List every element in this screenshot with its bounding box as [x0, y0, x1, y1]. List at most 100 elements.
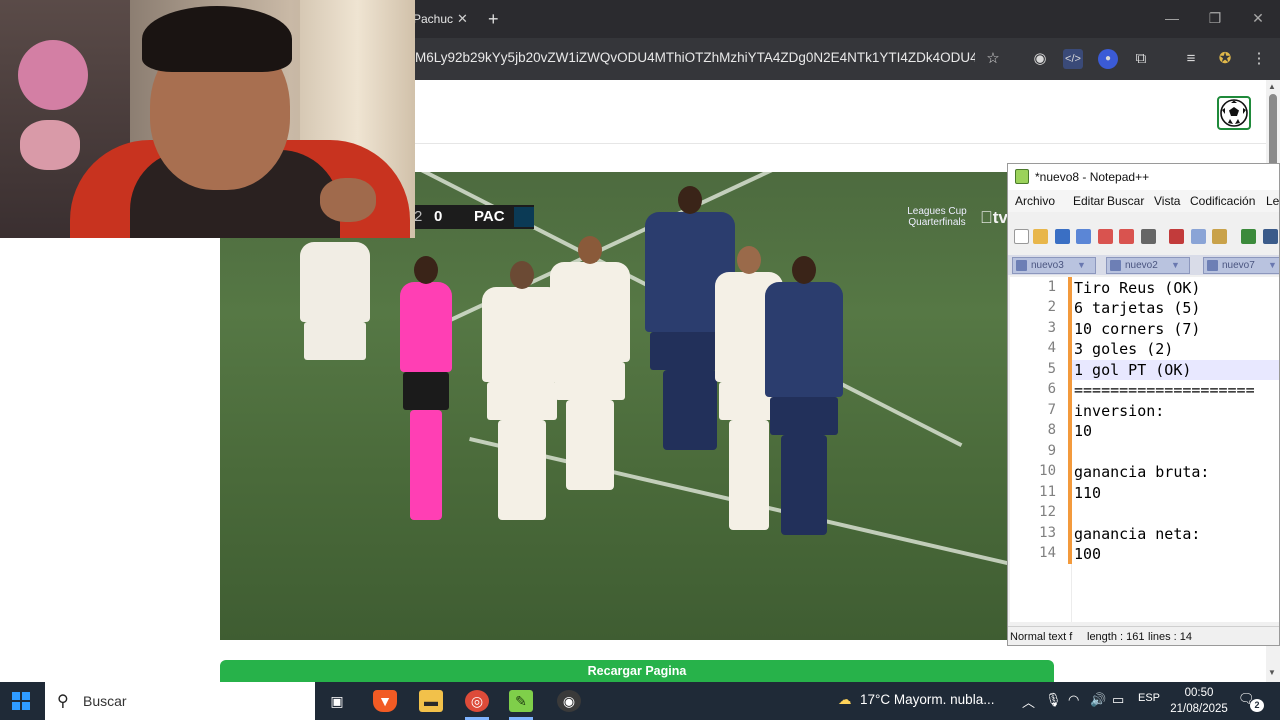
left-blank-panel — [0, 238, 220, 682]
paste-icon[interactable] — [1212, 229, 1227, 244]
file-icon — [1207, 260, 1218, 271]
close-window-button[interactable]: ✕ — [1246, 8, 1270, 28]
menu-archivo[interactable]: Archivo — [1015, 194, 1055, 208]
menu-editar[interactable]: Editar — [1073, 194, 1104, 208]
code-line[interactable]: 1 gol PT (OK) — [1074, 361, 1191, 379]
microphone-icon[interactable]: 🎙 — [1045, 692, 1062, 708]
line-number: 7 — [1047, 402, 1056, 418]
undo-icon[interactable] — [1241, 229, 1256, 244]
tab-nuevo7[interactable]: nuevo7 ▼ — [1203, 257, 1279, 274]
redo-icon[interactable] — [1263, 229, 1278, 244]
cut-icon[interactable] — [1169, 229, 1184, 244]
language-indicator[interactable]: ESP — [1138, 692, 1160, 704]
line-number: 1 — [1047, 279, 1056, 295]
save-icon[interactable] — [1055, 229, 1070, 244]
line-number: 14 — [1039, 545, 1056, 561]
status-mode: Normal text f — [1010, 631, 1073, 643]
file-explorer-icon[interactable]: ▬ — [419, 690, 443, 712]
code-line[interactable]: 10 — [1074, 422, 1092, 440]
extension-circle-icon[interactable]: ● — [1098, 49, 1118, 69]
away-team: PAC — [474, 208, 505, 225]
close-file-icon[interactable] — [1098, 229, 1113, 244]
notepad-titlebar[interactable]: *nuevo8 - Notepad++ — [1008, 164, 1279, 190]
video-player[interactable] — [220, 172, 1008, 640]
copy-icon[interactable] — [1191, 229, 1206, 244]
competition-name: Leagues Cup — [907, 206, 967, 217]
open-file-icon[interactable] — [1033, 229, 1048, 244]
minimize-button[interactable]: — — [1160, 8, 1184, 28]
task-view-icon[interactable]: ▣ — [325, 690, 349, 712]
code-line[interactable]: inversion: — [1074, 402, 1164, 420]
code-extension-icon[interactable]: </> — [1063, 49, 1083, 69]
search-placeholder: Buscar — [83, 693, 127, 709]
restore-button[interactable]: ❐ — [1203, 8, 1227, 28]
notifications-button[interactable]: 🗨 2 — [1238, 691, 1264, 712]
new-tab-button[interactable]: + — [488, 4, 499, 34]
menu-buscar[interactable]: Buscar — [1107, 194, 1144, 208]
code-line[interactable]: 110 — [1074, 484, 1101, 502]
taskbar-clock[interactable]: 00:50 21/08/2025 — [1168, 685, 1230, 717]
tab-label: nuevo7 — [1222, 260, 1255, 271]
profile-icon[interactable]: ✪ — [1215, 49, 1235, 69]
tab-nuevo2[interactable]: nuevo2 ▼ — [1106, 257, 1190, 274]
code-line[interactable]: 3 goles (2) — [1074, 340, 1173, 358]
code-line[interactable]: 10 corners (7) — [1074, 320, 1200, 338]
reload-page-button[interactable]: Recargar Pagina — [220, 660, 1054, 682]
notepad-plus-plus-icon[interactable]: ✎ — [509, 690, 533, 712]
volume-icon[interactable]: 🔊 — [1090, 692, 1106, 708]
line-number: 5 — [1047, 361, 1056, 377]
tab-close-icon[interactable]: ✕ — [457, 4, 468, 34]
tray-chevron-icon[interactable]: ︿ — [1022, 692, 1035, 711]
notification-count: 2 — [1250, 699, 1264, 712]
team-color-swatch — [514, 207, 534, 227]
weather-widget[interactable]: ☁ 17°C Mayorm. nubla... — [838, 692, 994, 708]
player-figure — [550, 236, 630, 490]
brave-browser-icon[interactable]: ▼ — [373, 690, 397, 712]
scroll-down-icon[interactable]: ▼ — [1268, 668, 1276, 677]
code-line[interactable]: 100 — [1074, 545, 1101, 563]
scroll-up-icon[interactable]: ▲ — [1268, 82, 1276, 91]
tab-title: Pachuc — [413, 12, 454, 26]
tab-dropdown-icon[interactable]: ▼ — [1268, 258, 1277, 273]
competition-badge: Leagues Cup Quarterfinals — [900, 206, 974, 228]
camera-icon[interactable]: ◉ — [1030, 49, 1050, 69]
tab-dropdown-icon[interactable]: ▼ — [1077, 258, 1086, 273]
save-all-icon[interactable] — [1076, 229, 1091, 244]
notepad-editor[interactable]: 1 Tiro Reus (OK) 2 6 tarjetas (5) 3 10 c… — [1010, 277, 1279, 622]
tab-nuevo3[interactable]: nuevo3 ▼ — [1012, 257, 1096, 274]
menu-lenguaje[interactable]: Len — [1266, 194, 1279, 208]
menu-codificacion[interactable]: Codificación — [1190, 194, 1255, 208]
tab-label: nuevo3 — [1031, 260, 1064, 271]
code-line[interactable]: ==================== — [1074, 381, 1255, 399]
new-file-icon[interactable] — [1014, 229, 1029, 244]
soccer-ball-icon[interactable] — [1217, 96, 1251, 130]
player-figure — [300, 242, 370, 360]
obs-studio-icon[interactable]: ◉ — [557, 690, 581, 712]
menu-dots-icon[interactable]: ⋮ — [1249, 49, 1269, 69]
extensions-puzzle-icon[interactable]: ⧉ — [1131, 49, 1151, 69]
broadcaster-logo: tv — [980, 208, 1008, 228]
tab-dropdown-icon[interactable]: ▼ — [1171, 258, 1180, 273]
code-line[interactable]: ganancia bruta: — [1074, 463, 1209, 481]
close-all-icon[interactable] — [1119, 229, 1134, 244]
url-text[interactable]: M6Ly92b29kYy5jb20vZW1iZWQvODU4MThiOTZhMz… — [415, 50, 975, 65]
chrome-icon[interactable]: ◎ — [465, 690, 489, 712]
line-number: 13 — [1039, 525, 1056, 541]
windows-start-icon[interactable] — [12, 692, 30, 710]
file-icon — [1016, 260, 1027, 271]
notepad-title: *nuevo8 - Notepad++ — [1035, 170, 1150, 184]
notepad-app-icon — [1015, 169, 1029, 184]
browser-tab[interactable]: Pachuc ✕ — [405, 4, 485, 34]
status-lines: lines : 14 — [1148, 631, 1193, 643]
media-control-icon[interactable]: ≡ — [1181, 49, 1201, 69]
taskbar-search[interactable]: ⚲ Buscar — [45, 682, 315, 720]
battery-icon[interactable]: ▭ — [1112, 692, 1124, 708]
code-line[interactable]: 6 tarjetas (5) — [1074, 299, 1200, 317]
print-icon[interactable] — [1141, 229, 1156, 244]
menu-vista[interactable]: Vista — [1154, 194, 1180, 208]
code-line[interactable]: Tiro Reus (OK) — [1074, 279, 1200, 297]
bookmark-star-icon[interactable]: ☆ — [983, 49, 1003, 69]
wifi-icon[interactable]: ◠ — [1068, 692, 1079, 708]
notepad-tabbar: nuevo3 ▼ nuevo2 ▼ nuevo7 ▼ — [1008, 255, 1279, 275]
code-line[interactable]: ganancia neta: — [1074, 525, 1200, 543]
